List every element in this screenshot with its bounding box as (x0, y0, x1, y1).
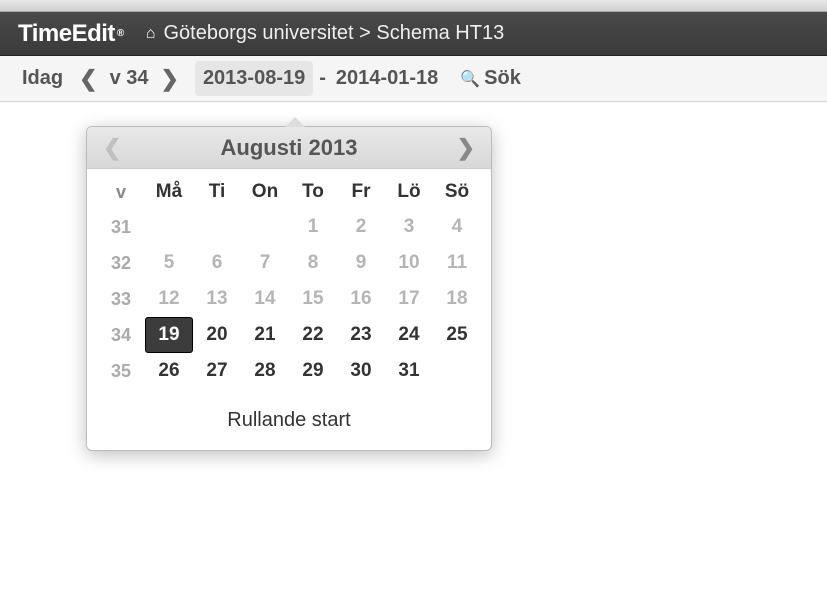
prev-month-button[interactable]: ❮ (103, 135, 121, 161)
day-header: Må (145, 175, 193, 209)
day-header: To (289, 175, 337, 209)
calendar-day[interactable]: 9 (337, 245, 385, 281)
calendar-day[interactable]: 20 (193, 317, 241, 353)
toolbar: Idag ❮ v 34 ❯ 2013-08-19 - 2014-01-18 🔍 … (0, 56, 827, 102)
calendar-day[interactable]: 3 (385, 209, 433, 245)
calendar-day (241, 209, 289, 245)
next-week-button[interactable]: ❯ (155, 66, 185, 92)
calendar-header: ❮ Augusti 2013 ❯ (87, 127, 491, 169)
day-header: Ti (193, 175, 241, 209)
calendar-day[interactable]: 10 (385, 245, 433, 281)
day-header: Fr (337, 175, 385, 209)
calendar-day[interactable]: 19 (145, 317, 193, 353)
calendar-day[interactable]: 8 (289, 245, 337, 281)
browser-chrome (0, 0, 827, 12)
calendar-day[interactable]: 16 (337, 281, 385, 317)
date-picker-popover: ❮ Augusti 2013 ❯ v MåTiOnToFrLöSö 311234… (86, 126, 492, 451)
calendar-day[interactable]: 4 (433, 209, 481, 245)
breadcrumb-org[interactable]: Göteborgs universitet (163, 22, 353, 44)
calendar-day[interactable]: 7 (241, 245, 289, 281)
calendar-day[interactable]: 15 (289, 281, 337, 317)
calendar-day[interactable]: 17 (385, 281, 433, 317)
calendar-day[interactable]: 31 (385, 353, 433, 389)
week-number[interactable]: 34 (97, 317, 145, 353)
calendar-day[interactable]: 13 (193, 281, 241, 317)
registered-mark: ® (117, 28, 124, 39)
prev-week-button[interactable]: ❮ (73, 66, 103, 92)
week-number[interactable]: 33 (97, 281, 145, 317)
calendar-day[interactable]: 22 (289, 317, 337, 353)
calendar-day[interactable]: 21 (241, 317, 289, 353)
date-end-button[interactable]: 2014-01-18 (332, 61, 442, 96)
week-number[interactable]: 32 (97, 245, 145, 281)
week-number[interactable]: 35 (97, 353, 145, 389)
calendar-day (193, 209, 241, 245)
app-header: TimeEdit® ⌂ Göteborgs universitet > Sche… (0, 12, 827, 56)
day-header: Lö (385, 175, 433, 209)
calendar-day[interactable]: 30 (337, 353, 385, 389)
calendar-day[interactable]: 6 (193, 245, 241, 281)
calendar-day[interactable]: 27 (193, 353, 241, 389)
date-range: 2013-08-19 - 2014-01-18 (195, 61, 442, 96)
calendar-day (145, 209, 193, 245)
day-header: On (241, 175, 289, 209)
home-icon[interactable]: ⌂ (146, 25, 156, 43)
calendar-title: Augusti 2013 (121, 135, 456, 161)
calendar-week-row: 35262728293031 (97, 353, 481, 389)
app-logo: TimeEdit® (18, 20, 124, 48)
calendar-day[interactable]: 14 (241, 281, 289, 317)
week-label[interactable]: v 34 (104, 67, 155, 90)
calendar-header-row: v MåTiOnToFrLöSö (97, 175, 481, 209)
calendar-week-row: 3312131415161718 (97, 281, 481, 317)
breadcrumb[interactable]: Göteborgs universitet > Schema HT13 (163, 22, 504, 45)
calendar-day[interactable]: 24 (385, 317, 433, 353)
week-column-header: v (97, 175, 145, 209)
search-label: Sök (484, 67, 521, 90)
breadcrumb-page[interactable]: Schema HT13 (376, 22, 504, 44)
calendar-day[interactable]: 25 (433, 317, 481, 353)
app-name: TimeEdit (18, 20, 115, 48)
calendar-day[interactable]: 11 (433, 245, 481, 281)
rolling-start-button[interactable]: Rullande start (87, 393, 491, 450)
week-number[interactable]: 31 (97, 209, 145, 245)
calendar-week-row: 31 1234 (97, 209, 481, 245)
breadcrumb-sep: > (354, 22, 377, 44)
search-icon: 🔍 (460, 69, 480, 89)
calendar-week-row: 3419202122232425 (97, 317, 481, 353)
calendar-day (433, 353, 481, 389)
calendar-day[interactable]: 26 (145, 353, 193, 389)
calendar-day[interactable]: 28 (241, 353, 289, 389)
calendar-day[interactable]: 2 (337, 209, 385, 245)
calendar-grid: v MåTiOnToFrLöSö 31123432567891011331213… (87, 169, 491, 393)
calendar-day[interactable]: 23 (337, 317, 385, 353)
date-range-sep: - (313, 67, 332, 90)
search-button[interactable]: 🔍 Sök (460, 67, 521, 90)
today-link[interactable]: Idag (18, 65, 67, 92)
calendar-day[interactable]: 18 (433, 281, 481, 317)
calendar-week-row: 32567891011 (97, 245, 481, 281)
day-header: Sö (433, 175, 481, 209)
calendar-day[interactable]: 5 (145, 245, 193, 281)
calendar-day[interactable]: 1 (289, 209, 337, 245)
calendar-day[interactable]: 29 (289, 353, 337, 389)
calendar-day[interactable]: 12 (145, 281, 193, 317)
date-start-button[interactable]: 2013-08-19 (195, 61, 313, 96)
next-month-button[interactable]: ❯ (457, 135, 475, 161)
